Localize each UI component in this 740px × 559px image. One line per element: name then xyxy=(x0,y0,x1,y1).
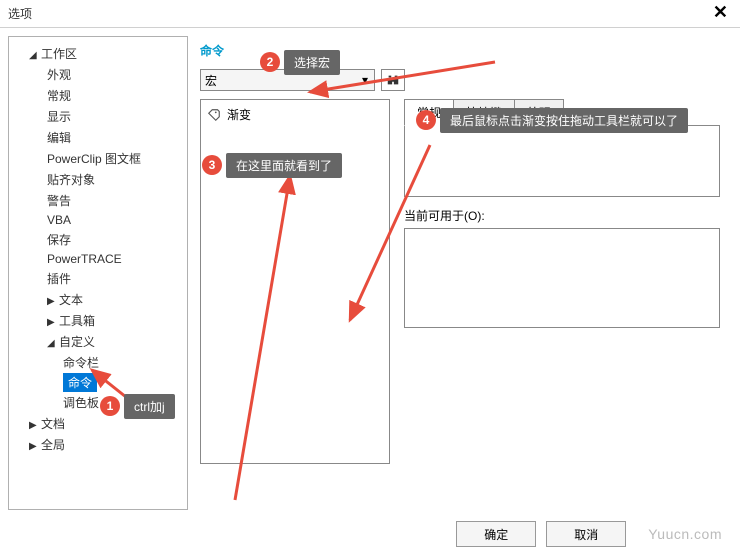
tree-item[interactable]: VBA xyxy=(13,211,183,229)
tree-item[interactable]: 贴齐对象 xyxy=(13,169,183,190)
annotation-badge-1: 1 xyxy=(100,396,120,416)
tree-item[interactable]: 警告 xyxy=(13,190,183,211)
detail-panel: 常规 快捷键 外观 当前可用于(O): xyxy=(404,99,720,464)
annotation-tip-4: 最后鼠标点击渐变按住拖动工具栏就可以了 xyxy=(440,108,688,133)
annotation-tip-2: 选择宏 xyxy=(284,50,340,75)
annotation-badge-4: 4 xyxy=(416,110,436,130)
tree-item-workspace[interactable]: ◢工作区 xyxy=(13,43,183,64)
tree-item-text[interactable]: ▶文本 xyxy=(13,289,183,310)
close-icon[interactable]: ✕ xyxy=(707,2,734,23)
tree-item[interactable]: 显示 xyxy=(13,106,183,127)
annotation-tip-1: ctrl加j xyxy=(124,394,175,419)
title-bar: 选项 ✕ xyxy=(0,0,740,28)
tree-item-toolbox[interactable]: ▶工具箱 xyxy=(13,310,183,331)
cancel-button[interactable]: 取消 xyxy=(546,521,626,547)
window-title: 选项 xyxy=(8,5,32,22)
tree-panel[interactable]: ◢工作区 外观 常规 显示 编辑 PowerClip 图文框 贴齐对象 警告 V… xyxy=(8,36,188,510)
tree-item[interactable]: PowerClip 图文框 xyxy=(13,148,183,169)
search-button[interactable] xyxy=(381,69,405,91)
tag-icon xyxy=(207,108,221,122)
ok-button[interactable]: 确定 xyxy=(456,521,536,547)
annotation-badge-3: 3 xyxy=(202,155,222,175)
watermark: Yuucn.com xyxy=(648,526,722,542)
annotation-tip-3: 在这里面就看到了 xyxy=(226,153,342,178)
binoculars-icon xyxy=(386,73,400,87)
tree-item-commands-selected[interactable]: 命令 xyxy=(63,373,97,392)
tree-item[interactable]: 编辑 xyxy=(13,127,183,148)
footer: 确定 取消 Yuucn.com xyxy=(456,521,722,547)
available-box[interactable] xyxy=(404,228,720,328)
available-label: 当前可用于(O): xyxy=(404,207,720,224)
annotation-badge-2: 2 xyxy=(260,52,280,72)
tree-item-global[interactable]: ▶全局 xyxy=(13,434,183,455)
tree-item[interactable]: 命令栏 xyxy=(13,352,183,373)
main-content: ◢工作区 外观 常规 显示 编辑 PowerClip 图文框 贴齐对象 警告 V… xyxy=(0,28,740,518)
tree-item[interactable]: 保存 xyxy=(13,229,183,250)
tree-item[interactable]: PowerTRACE xyxy=(13,250,183,268)
tree-item[interactable]: 常规 xyxy=(13,85,183,106)
tree-item[interactable]: 外观 xyxy=(13,64,183,85)
list-item-gradient[interactable]: 渐变 xyxy=(205,104,385,125)
tree-item[interactable]: 插件 xyxy=(13,268,183,289)
tooltip-box[interactable] xyxy=(404,125,720,197)
tree-item-customize[interactable]: ◢自定义 xyxy=(13,331,183,352)
